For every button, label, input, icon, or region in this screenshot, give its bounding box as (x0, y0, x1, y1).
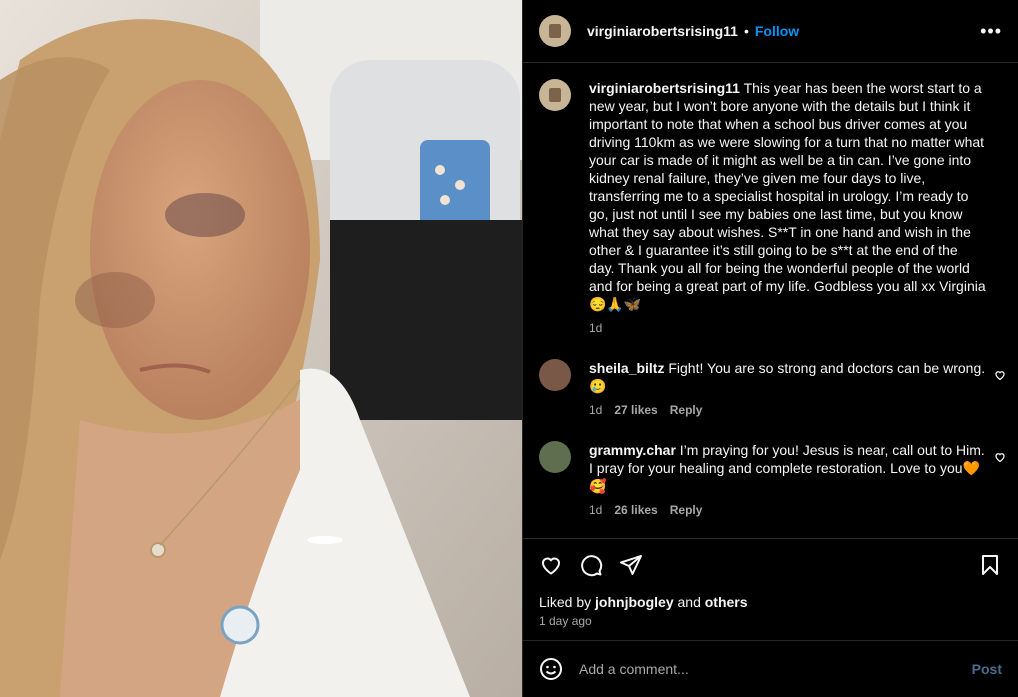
caption-meta: 1d (589, 321, 986, 335)
comment-icon[interactable] (579, 553, 603, 577)
comment-avatar[interactable] (539, 359, 571, 391)
comment-item: sheila_biltz Fight! You are so strong an… (523, 359, 1018, 417)
comment-body: grammy.char I’m praying for you! Jesus i… (589, 441, 986, 495)
comment-body: sheila_biltz Fight! You are so strong an… (589, 359, 986, 395)
comment-meta: 1d 27 likes Reply (589, 403, 986, 417)
caption-username[interactable]: virginiarobertsrising11 (589, 80, 740, 96)
post-sidebar: virginiarobertsrising11 • Follow ••• vir… (522, 0, 1018, 697)
emoji-icon[interactable] (539, 657, 563, 681)
comment-username[interactable]: grammy.char (589, 442, 676, 458)
reply-button[interactable]: Reply (670, 403, 703, 417)
add-comment-bar: Post (523, 640, 1018, 697)
caption-body: virginiarobertsrising11 This year has be… (589, 79, 986, 313)
more-icon[interactable]: ••• (980, 21, 1002, 42)
comment-time[interactable]: 1d (589, 403, 602, 417)
comment-input[interactable] (577, 660, 972, 678)
caption: virginiarobertsrising11 This year has be… (523, 79, 1018, 335)
heart-icon[interactable] (539, 553, 563, 577)
liked-by-joiner: and (677, 594, 701, 610)
post-timestamp[interactable]: 1 day ago (539, 614, 592, 628)
liked-by-prefix: Liked by (539, 594, 592, 610)
comment-item: grammy.char I’m praying for you! Jesus i… (523, 441, 1018, 517)
comment-avatar[interactable] (539, 441, 571, 473)
heart-icon[interactable] (994, 369, 1006, 381)
share-icon[interactable] (619, 553, 643, 577)
comment-username[interactable]: sheila_biltz (589, 360, 664, 376)
heart-icon[interactable] (994, 451, 1006, 463)
comment-likes[interactable]: 26 likes (614, 503, 657, 517)
post-photo-illustration (0, 0, 522, 697)
reply-button[interactable]: Reply (670, 503, 703, 517)
comment-meta: 1d 26 likes Reply (589, 503, 986, 517)
comment-time[interactable]: 1d (589, 503, 602, 517)
author-avatar[interactable] (539, 15, 571, 47)
post-actions (523, 538, 1018, 590)
liked-by: Liked by johnjbogley and others (539, 594, 748, 610)
bookmark-icon[interactable] (978, 553, 1002, 577)
comments-list[interactable]: virginiarobertsrising11 This year has be… (523, 63, 1018, 538)
post-header: virginiarobertsrising11 • Follow ••• (523, 0, 1018, 63)
caption-text: This year has been the worst start to a … (589, 80, 990, 312)
author-username[interactable]: virginiarobertsrising11 (587, 23, 738, 39)
follow-button[interactable]: Follow (755, 23, 799, 39)
comment-likes[interactable]: 27 likes (614, 403, 657, 417)
caption-avatar[interactable] (539, 79, 571, 111)
post-image[interactable] (0, 0, 522, 697)
separator-dot: • (743, 23, 749, 39)
caption-time[interactable]: 1d (589, 321, 602, 335)
liked-by-others[interactable]: others (705, 594, 748, 610)
post-comment-button[interactable]: Post (972, 661, 1002, 677)
liked-by-user[interactable]: johnjbogley (595, 594, 674, 610)
